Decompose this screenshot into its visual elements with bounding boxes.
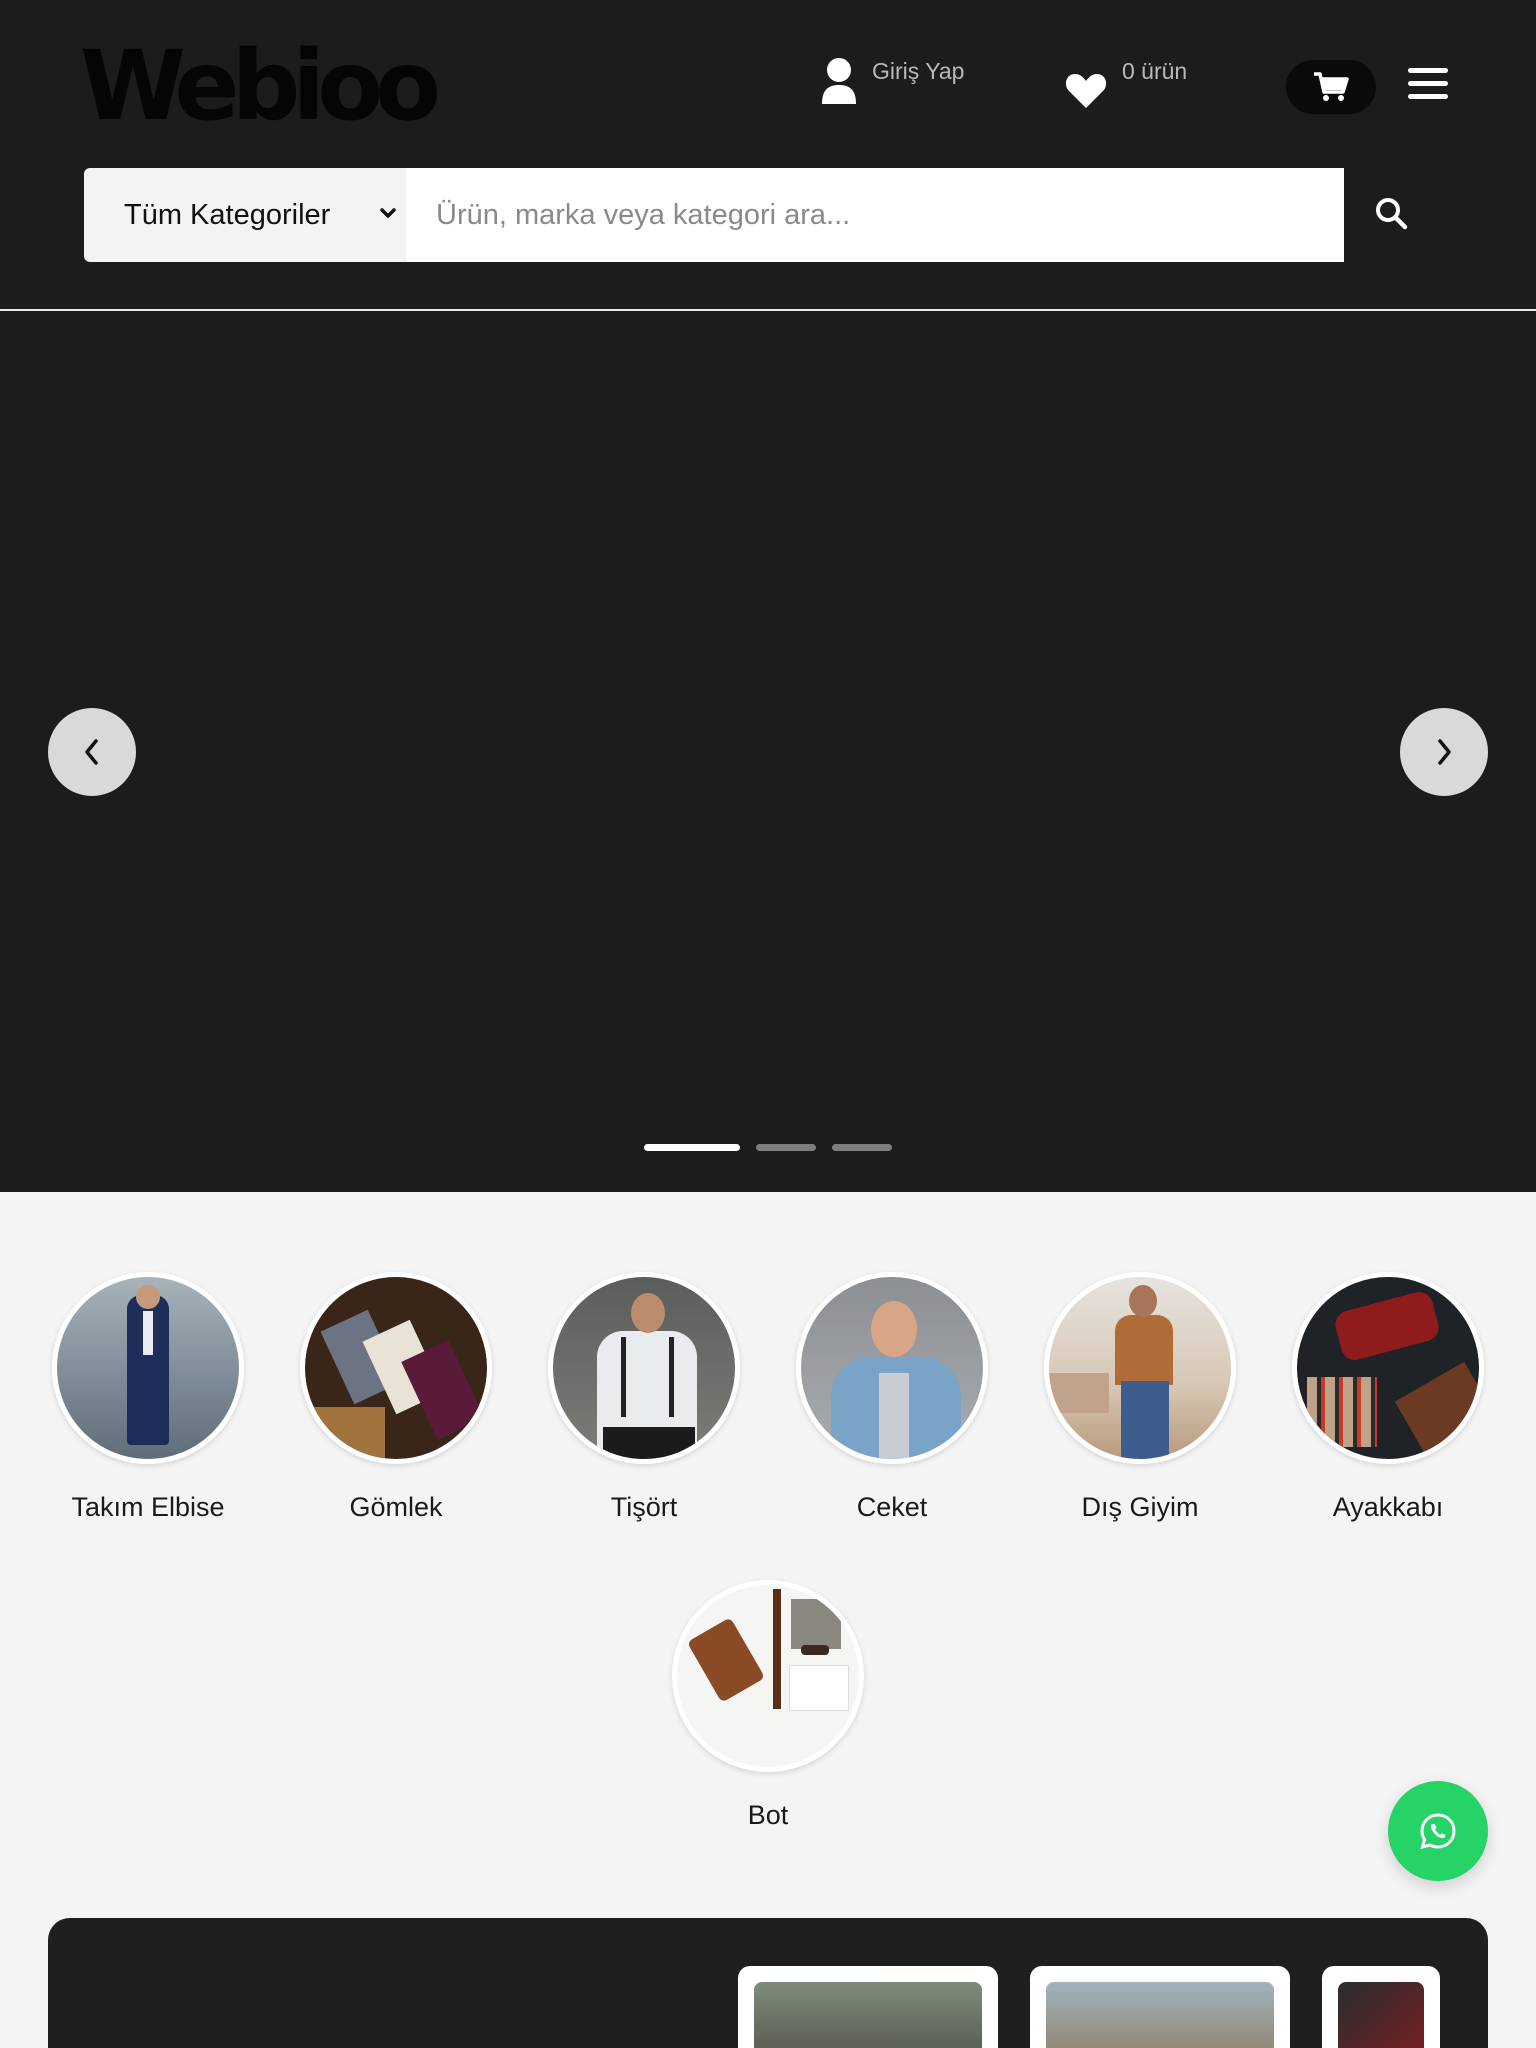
slider-dot-2[interactable]: [756, 1144, 816, 1151]
heart-icon: [1065, 74, 1107, 108]
hero-slider: [0, 311, 1536, 1192]
slider-dot-3[interactable]: [832, 1144, 892, 1151]
category-label: Tişört: [610, 1492, 678, 1522]
category-label: Ceket: [856, 1492, 928, 1522]
product-image: [1046, 1982, 1274, 2048]
chevron-left-icon: [85, 739, 98, 765]
category-image: [1044, 1272, 1236, 1464]
chevron-down-icon: [380, 208, 396, 218]
favorites-link[interactable]: 0 ürün: [1064, 56, 1187, 112]
category-image: [300, 1272, 492, 1464]
product-card[interactable]: [1030, 1966, 1290, 2048]
category-item-tisort[interactable]: Tişört: [544, 1272, 744, 1523]
product-card[interactable]: [738, 1966, 998, 2048]
site-header: Webioo Giriş Yap 0 ürün Tüm Kategoriler: [0, 0, 1536, 311]
category-item-dis-giyim[interactable]: Dış Giyim: [1040, 1272, 1240, 1523]
category-label: Gömlek: [349, 1492, 443, 1522]
category-label: Ayakkabı: [1332, 1492, 1444, 1522]
search-button[interactable]: [1366, 188, 1416, 238]
slider-next-button[interactable]: [1400, 708, 1488, 796]
search-input[interactable]: [406, 168, 1344, 262]
category-image: [548, 1272, 740, 1464]
category-image: [796, 1272, 988, 1464]
category-label: Bot: [747, 1800, 789, 1830]
category-label: Dış Giyim: [1081, 1492, 1199, 1522]
category-image: [1292, 1272, 1484, 1464]
product-image: [1338, 1982, 1424, 2048]
category-item-gomlek[interactable]: Gömlek: [296, 1272, 496, 1523]
hamburger-menu-button[interactable]: [1406, 64, 1450, 104]
slider-prev-button[interactable]: [48, 708, 136, 796]
search-bar: Tüm Kategoriler: [84, 168, 1344, 262]
featured-products-panel: [48, 1918, 1488, 2048]
search-icon: [1376, 198, 1408, 230]
category-item-takim-elbise[interactable]: Takım Elbise: [48, 1272, 248, 1523]
whatsapp-icon: [1420, 1813, 1456, 1850]
slider-dot-1[interactable]: [644, 1144, 740, 1151]
user-icon: [822, 58, 856, 104]
product-card[interactable]: [1322, 1966, 1440, 2048]
category-item-bot[interactable]: Bot: [668, 1580, 868, 1831]
cart-button[interactable]: [1286, 60, 1376, 114]
slider-pagination: [644, 1144, 892, 1151]
hamburger-icon: [1408, 68, 1448, 99]
favorites-count: 0 ürün: [1122, 58, 1188, 84]
category-image: [52, 1272, 244, 1464]
cart-icon: [1314, 72, 1349, 101]
category-select-value: Tüm Kategoriler: [124, 198, 331, 231]
category-image: [672, 1580, 864, 1772]
product-image: [754, 1982, 982, 2048]
category-item-ayakkabi[interactable]: Ayakkabı: [1288, 1272, 1488, 1523]
login-label: Giriş Yap: [872, 58, 965, 84]
whatsapp-button[interactable]: [1388, 1781, 1488, 1881]
category-label: Takım Elbise: [71, 1492, 225, 1522]
logo[interactable]: Webioo: [80, 38, 441, 134]
chevron-right-icon: [1438, 739, 1451, 765]
category-item-ceket[interactable]: Ceket: [792, 1272, 992, 1523]
login-link[interactable]: Giriş Yap: [820, 56, 964, 106]
category-select[interactable]: Tüm Kategoriler: [84, 168, 406, 262]
